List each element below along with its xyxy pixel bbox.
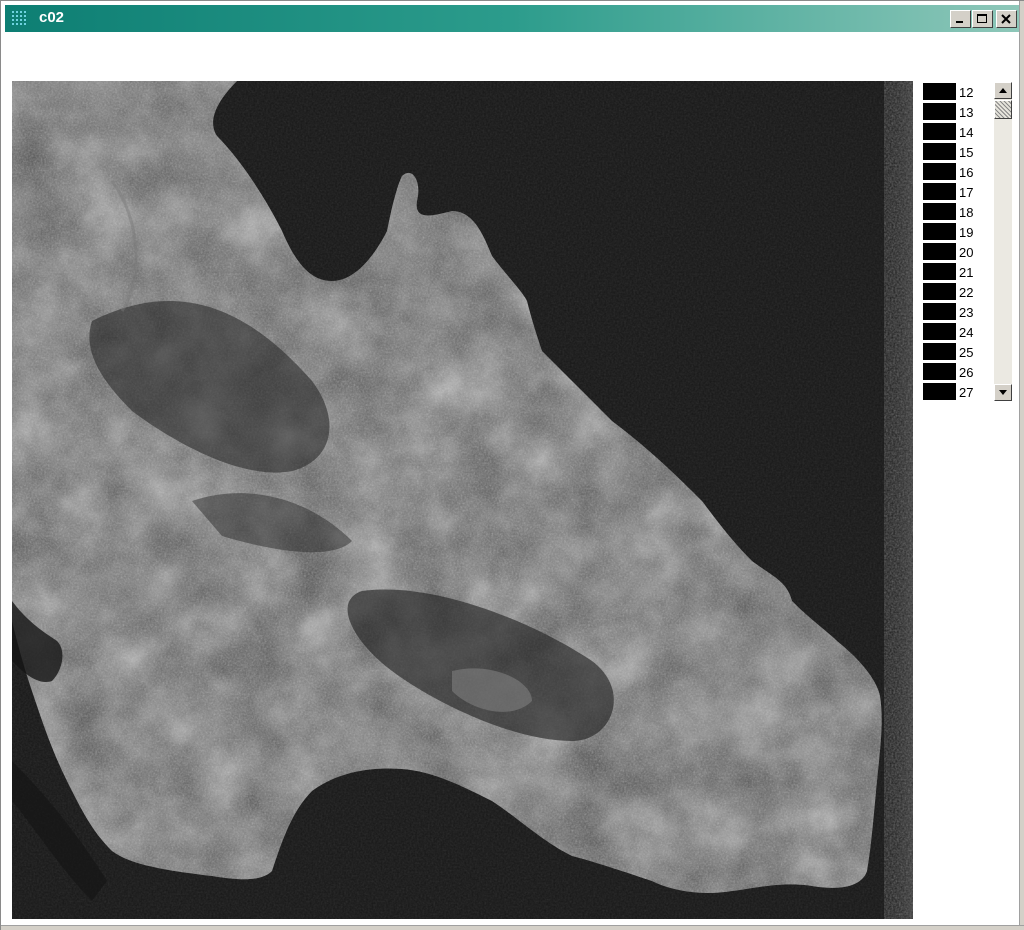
legend-swatch — [923, 103, 956, 120]
legend-label: 26 — [959, 365, 974, 380]
legend-label: 27 — [959, 385, 974, 400]
legend-item[interactable]: 16 — [923, 162, 985, 182]
legend-swatch — [923, 243, 956, 260]
legend-swatch — [923, 263, 956, 280]
window-border-bottom — [1, 925, 1024, 930]
legend-swatch — [923, 343, 956, 360]
window-title: c02 — [39, 9, 65, 26]
legend-item[interactable]: 19 — [923, 222, 985, 242]
maximize-icon — [977, 14, 987, 23]
legend-scrollbar[interactable] — [994, 82, 1012, 401]
legend-swatch — [923, 123, 956, 140]
scroll-thumb[interactable] — [994, 100, 1012, 119]
minimize-button[interactable] — [950, 10, 971, 28]
close-icon — [1001, 14, 1011, 24]
arrow-down-icon — [999, 390, 1007, 395]
legend-item[interactable]: 14 — [923, 122, 985, 142]
legend-swatch — [923, 183, 956, 200]
legend-label: 20 — [959, 245, 974, 260]
legend-label: 21 — [959, 265, 974, 280]
close-button[interactable] — [996, 10, 1017, 28]
scroll-down-button[interactable] — [994, 384, 1012, 401]
legend-swatch — [923, 83, 956, 100]
legend-swatch — [923, 283, 956, 300]
legend-swatch — [923, 383, 956, 400]
legend-item[interactable]: 22 — [923, 282, 985, 302]
legend-label: 18 — [959, 205, 974, 220]
legend-label: 13 — [959, 105, 974, 120]
legend-label: 23 — [959, 305, 974, 320]
window-border-right — [1019, 1, 1024, 930]
legend-item[interactable]: 25 — [923, 342, 985, 362]
grid-app-icon[interactable] — [11, 10, 28, 27]
legend-swatch — [923, 223, 956, 240]
legend-swatch — [923, 363, 956, 380]
scroll-up-button[interactable] — [994, 82, 1012, 99]
satellite-image[interactable] — [12, 81, 913, 919]
legend-swatch — [923, 143, 956, 160]
legend-item[interactable]: 23 — [923, 302, 985, 322]
legend-label: 17 — [959, 185, 974, 200]
legend-label: 19 — [959, 225, 974, 240]
legend-item[interactable]: 24 — [923, 322, 985, 342]
legend-item[interactable]: 20 — [923, 242, 985, 262]
image-window: c02 12 13 14 15 16 17 18 19 20 21 22 23 … — [0, 0, 1024, 930]
legend-item[interactable]: 21 — [923, 262, 985, 282]
legend-swatch — [923, 323, 956, 340]
legend-item[interactable]: 17 — [923, 182, 985, 202]
legend-swatch — [923, 303, 956, 320]
legend-item[interactable]: 26 — [923, 362, 985, 382]
legend-label: 16 — [959, 165, 974, 180]
legend-label: 24 — [959, 325, 974, 340]
legend-swatch — [923, 203, 956, 220]
legend-swatch — [923, 163, 956, 180]
legend-label: 15 — [959, 145, 974, 160]
legend-item[interactable]: 27 — [923, 382, 985, 402]
title-bar[interactable]: c02 — [5, 5, 1019, 32]
legend-item[interactable]: 15 — [923, 142, 985, 162]
legend-label: 14 — [959, 125, 974, 140]
maximize-button[interactable] — [972, 10, 993, 28]
legend-label: 22 — [959, 285, 974, 300]
legend-item[interactable]: 12 — [923, 82, 985, 102]
value-legend: 12 13 14 15 16 17 18 19 20 21 22 23 24 2… — [923, 82, 985, 402]
legend-label: 12 — [959, 85, 974, 100]
minimize-icon — [956, 21, 963, 23]
legend-item[interactable]: 18 — [923, 202, 985, 222]
arrow-up-icon — [999, 88, 1007, 93]
legend-item[interactable]: 13 — [923, 102, 985, 122]
legend-label: 25 — [959, 345, 974, 360]
